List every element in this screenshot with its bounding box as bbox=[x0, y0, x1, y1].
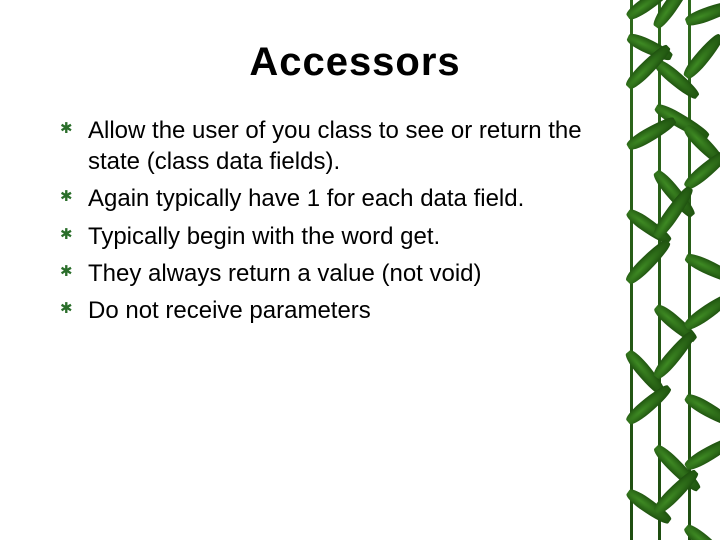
slide: Accessors Allow the user of you class to… bbox=[0, 0, 720, 540]
bamboo-decoration bbox=[610, 0, 720, 540]
bullet-item: They always return a value (not void) bbox=[60, 258, 600, 289]
bullet-item: Allow the user of you class to see or re… bbox=[60, 115, 600, 177]
bullet-item: Do not receive parameters bbox=[60, 295, 600, 326]
bullet-item: Again typically have 1 for each data fie… bbox=[60, 183, 600, 214]
bullet-list: Allow the user of you class to see or re… bbox=[60, 115, 600, 326]
slide-title: Accessors bbox=[110, 40, 600, 85]
bullet-item: Typically begin with the word get. bbox=[60, 221, 600, 252]
